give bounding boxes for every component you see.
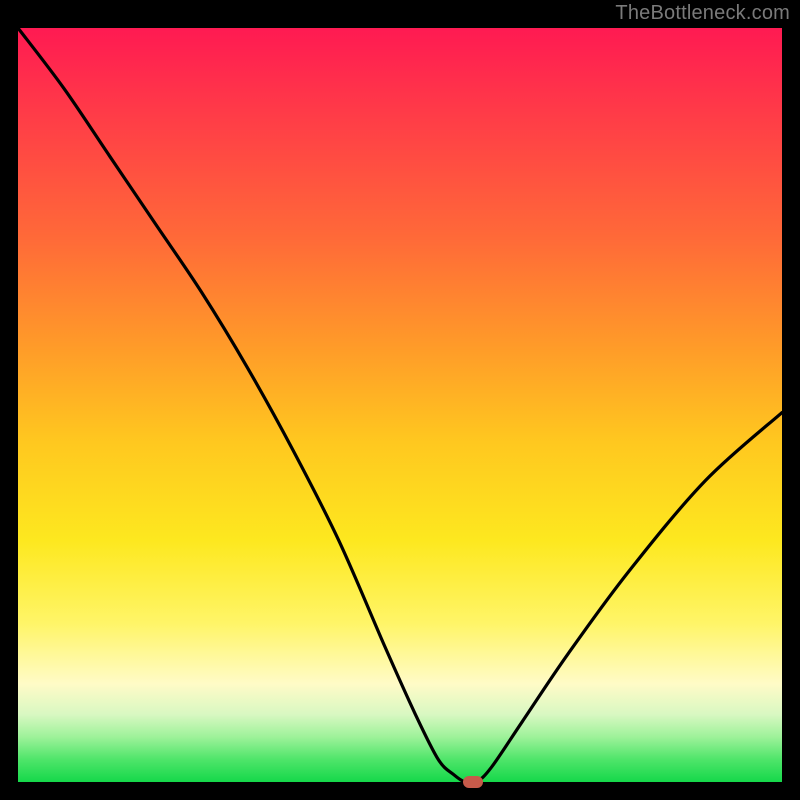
chart-frame: TheBottleneck.com bbox=[0, 0, 800, 800]
optimal-point-marker bbox=[463, 776, 483, 788]
bottleneck-curve bbox=[18, 28, 782, 782]
plot-area bbox=[18, 28, 782, 782]
watermark-text: TheBottleneck.com bbox=[615, 2, 790, 25]
